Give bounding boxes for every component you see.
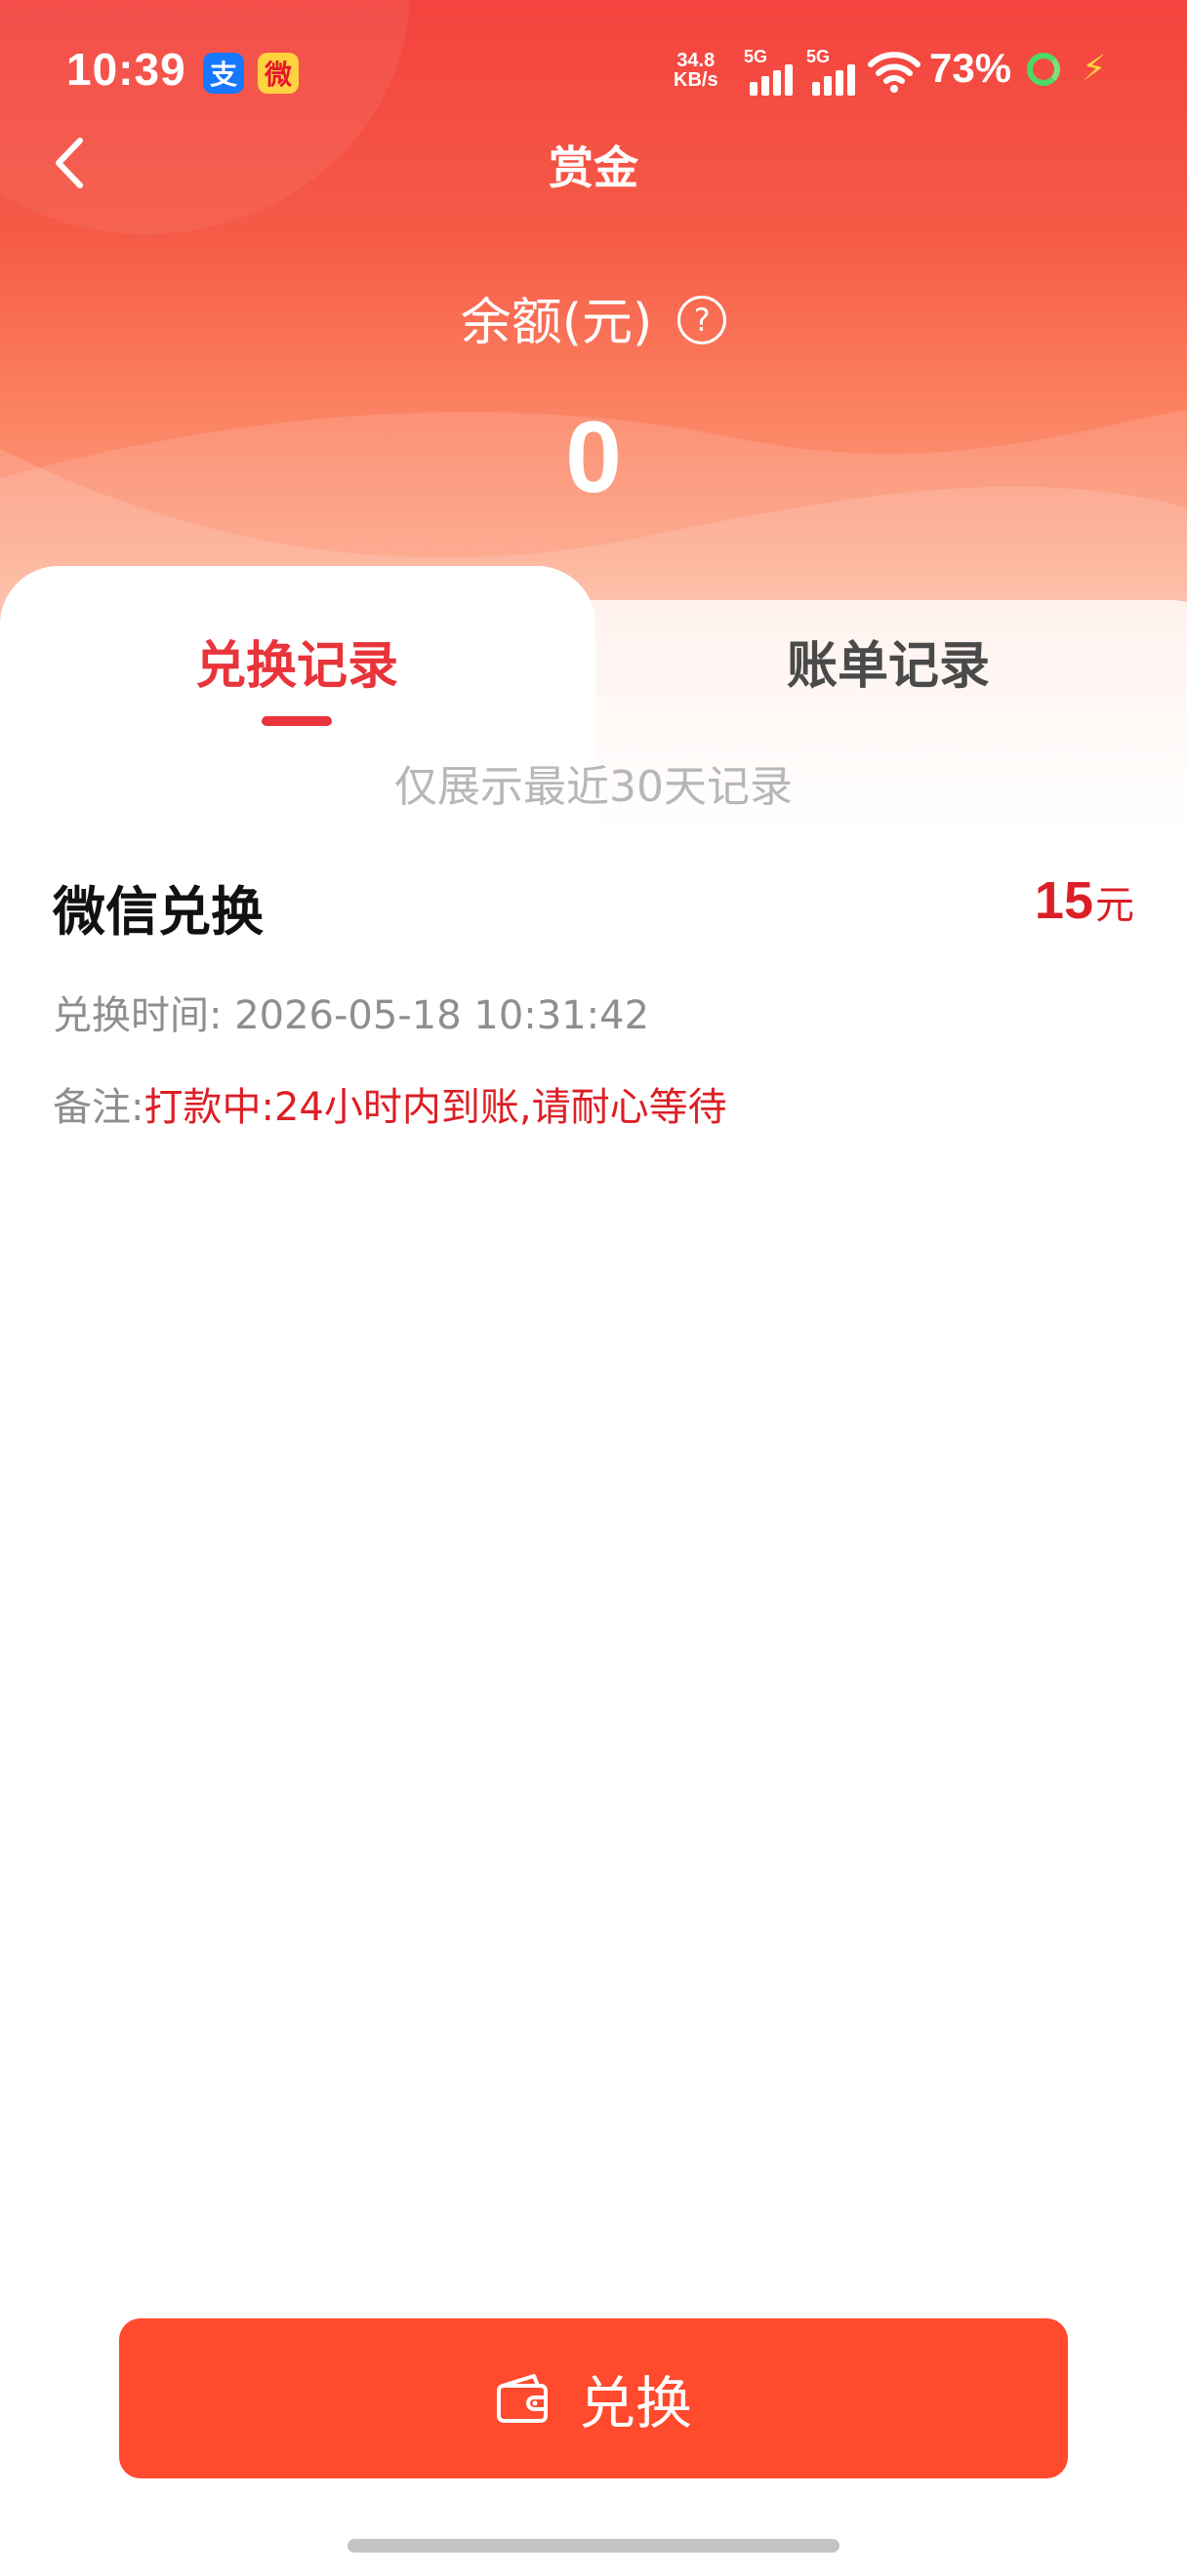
signal-icon: 5G <box>806 47 865 96</box>
battery-percent: 73% <box>929 45 1012 91</box>
record-title: 微信兑换 <box>53 881 264 943</box>
record-note: 备注:打款中:24小时内到账,请耐心等待 <box>53 1085 727 1130</box>
help-icon[interactable]: ? <box>677 296 727 344</box>
wallet-icon <box>496 2374 548 2423</box>
balance-value: 0 <box>565 401 622 514</box>
exchange-button-label: 兑换 <box>578 2370 692 2436</box>
active-tab-indicator <box>262 716 332 726</box>
signal-icon: 5G <box>744 47 802 96</box>
page-title: 赏金 <box>549 141 638 194</box>
battery-icon <box>1027 53 1060 86</box>
tab-bill-records[interactable]: 账单记录 <box>787 624 990 698</box>
tab-exchange-records[interactable]: 兑换记录 <box>195 624 398 698</box>
exchange-button[interactable]: 兑换 <box>119 2318 1068 2478</box>
wifi-icon <box>868 52 921 93</box>
alipay-icon: 支 <box>203 53 244 94</box>
balance-label: 余额(元)? <box>0 281 1187 354</box>
records-notice: 仅展示最近30天记录 <box>394 762 793 812</box>
charging-icon: ⚡ <box>1082 49 1107 89</box>
network-speed: 34.8 KB/s <box>674 50 718 91</box>
record-amount: 15元 <box>1034 871 1134 930</box>
home-indicator[interactable] <box>348 2539 839 2553</box>
record-time: 兑换时间: 2026-05-18 10:31:42 <box>53 993 650 1038</box>
status-bar: 10:39 支 微 34.8 KB/s 5G 5G 73% ⚡ <box>0 0 1187 146</box>
weibo-icon: 微 <box>258 53 299 94</box>
status-time: 10:39 <box>66 44 186 95</box>
